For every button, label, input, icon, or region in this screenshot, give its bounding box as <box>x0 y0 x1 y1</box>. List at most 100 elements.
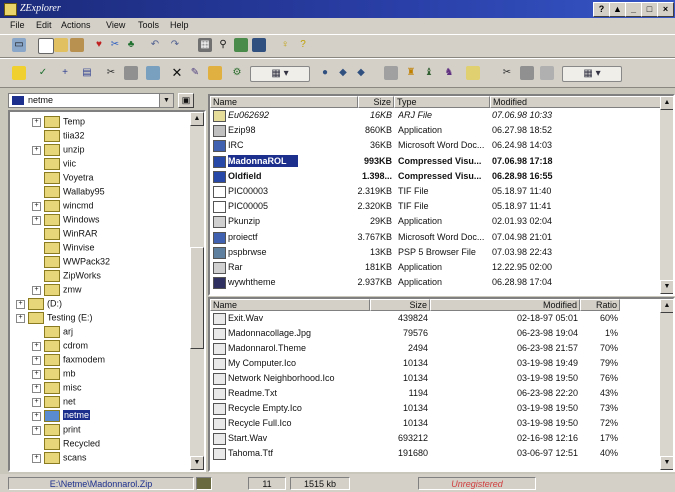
expand-toggle-icon[interactable]: + <box>32 117 41 127</box>
table-row[interactable]: Network Neighborhood.Ico 10134 03-19-98 19… <box>210 372 664 385</box>
col-name[interactable]: Name <box>210 96 358 108</box>
archive-list[interactable]: Name Size Type Modified Eu062692 16KB ARJ … <box>208 94 675 296</box>
expand-toggle-icon[interactable]: + <box>32 355 41 365</box>
chevron-down-icon[interactable]: ▼ <box>159 94 173 107</box>
back-icon[interactable]: ◆ <box>336 66 350 80</box>
tree-item[interactable]: + Windows <box>32 214 100 227</box>
col-modified[interactable]: Modified <box>490 96 664 108</box>
expand-toggle-icon[interactable]: + <box>32 425 41 435</box>
col-size[interactable]: Size <box>358 96 394 108</box>
tree-scrollbar[interactable]: ▲ ▼ <box>190 112 204 470</box>
table-row[interactable]: PIC00003 2.319KB TIF File 05.18.97 11:40 <box>210 185 664 198</box>
zip-icon[interactable] <box>208 66 222 80</box>
sort-icon[interactable]: ♝ <box>422 66 436 80</box>
expand-toggle-icon[interactable]: + <box>32 397 41 407</box>
redo-icon[interactable]: ↷ <box>168 38 182 52</box>
print-icon[interactable] <box>384 66 398 80</box>
table-row[interactable]: wywhtheme 2.937KB Application 06.28.98 17:0… <box>210 276 664 290</box>
delete-icon[interactable]: ✕ <box>170 66 184 80</box>
expand-toggle-icon[interactable]: + <box>32 453 41 463</box>
tree-item[interactable]: + faxmodem <box>32 354 105 367</box>
add-icon[interactable]: + <box>58 66 72 80</box>
folder-up-icon[interactable] <box>70 38 84 52</box>
tree-item[interactable]: Voyetra <box>32 172 94 185</box>
expand-toggle-icon[interactable]: + <box>32 285 41 295</box>
table-row[interactable]: My Computer.Ico 10134 03-19-98 19:49 79% <box>210 357 664 370</box>
forward-icon[interactable]: ◆ <box>354 66 368 80</box>
table-row[interactable]: Readme.Txt 1194 06-23-98 22:20 43% <box>210 387 664 400</box>
col-lower-modified[interactable]: Modified <box>430 299 580 311</box>
view-mode-dropdown[interactable]: ▦ ▾ <box>250 66 310 82</box>
expand-toggle-icon[interactable]: + <box>32 201 41 211</box>
table-row[interactable]: IRC 36KB Microsoft Word Doc... 06.24.98 14:… <box>210 139 664 153</box>
expand-toggle-icon[interactable]: + <box>16 313 25 323</box>
expand-toggle-icon[interactable]: + <box>32 215 41 225</box>
table-row[interactable]: PIC00005 2.320KB TIF File 05.18.97 11:41 <box>210 200 664 214</box>
menu-help[interactable]: Help <box>170 20 189 30</box>
close-button[interactable]: × <box>657 2 674 17</box>
copy-icon[interactable] <box>124 66 138 80</box>
table-row[interactable]: Tahoma.Ttf 191680 03-06-97 12:51 40% <box>210 447 664 460</box>
open-folder-icon[interactable] <box>54 38 68 52</box>
menu-file[interactable]: File <box>10 20 25 30</box>
test-icon[interactable]: ▤ <box>80 66 94 80</box>
upper-scrollbar[interactable]: ▲ ▼ <box>660 96 673 294</box>
table-row[interactable]: Start.Wav 693212 02-16-98 12:16 17% <box>210 432 664 445</box>
menu-actions[interactable]: Actions <box>61 20 91 30</box>
tree-item[interactable]: arj <box>32 326 73 339</box>
table-row[interactable]: Madonnarol.Theme 2494 06-23-98 21:57 70% <box>210 342 664 355</box>
table-row[interactable]: Eu062692 16KB ARJ File 07.06.98 10:33 <box>210 109 664 122</box>
expand-toggle-icon[interactable]: + <box>32 145 41 155</box>
favorite-icon[interactable]: ♥ <box>92 38 106 52</box>
expand-toggle-icon[interactable]: + <box>32 369 41 379</box>
table-row[interactable]: Rar 181KB Application 12.22.95 02:00 <box>210 261 664 274</box>
view-mode-right-dropdown[interactable]: ▦ ▾ <box>562 66 622 82</box>
table-row[interactable]: Exit.Wav 439824 02-18-97 05:01 60% <box>210 312 664 325</box>
col-lower-size[interactable]: Size <box>370 299 430 311</box>
maximize-button[interactable]: □ <box>641 2 658 17</box>
tree-item[interactable]: + wincmd <box>32 200 94 213</box>
refresh-icon[interactable]: ● <box>318 66 332 80</box>
menu-tools[interactable]: Tools <box>138 20 159 30</box>
tree-item[interactable]: + print <box>32 424 81 437</box>
expand-toggle-icon[interactable]: + <box>32 411 41 421</box>
tree-scroll-thumb[interactable] <box>190 247 204 349</box>
save-icon[interactable]: ⚙ <box>230 66 244 80</box>
tree-item[interactable]: Winvise <box>32 242 95 255</box>
tree-item[interactable]: WinRAR <box>32 228 98 241</box>
col-lower-ratio[interactable]: Ratio <box>580 299 620 311</box>
tree-item[interactable]: + (D:) <box>16 298 62 311</box>
tree-item[interactable]: + misc <box>32 382 82 395</box>
tree-item[interactable]: + mb <box>32 368 76 381</box>
table-row[interactable]: proiectf 3.767KB Microsoft Word Doc... 07.0… <box>210 231 664 244</box>
new-icon[interactable] <box>38 38 54 54</box>
tree-scroll-up[interactable]: ▲ <box>190 112 204 126</box>
paste-icon[interactable] <box>146 66 160 80</box>
cut-files-icon[interactable]: ✂ <box>104 66 118 80</box>
check-icon[interactable]: ✓ <box>36 66 50 80</box>
table-row[interactable]: Recycle Empty.Ico 10134 03-19-98 19:50 73% <box>210 402 664 415</box>
minimize-button[interactable]: _ <box>625 2 642 17</box>
tree-item[interactable]: WWPack32 <box>32 256 110 269</box>
table-row[interactable]: MadonnaROL 993KB Compressed Visu... 07.06.9… <box>210 154 664 168</box>
menu-edit[interactable]: Edit <box>36 20 52 30</box>
col-type[interactable]: Type <box>394 96 490 108</box>
tree-item[interactable]: + scans <box>32 452 87 465</box>
lower-scrollbar[interactable]: ▲ ▼ <box>660 299 673 470</box>
settings-icon[interactable] <box>252 38 266 52</box>
copy-right-icon[interactable] <box>520 66 534 80</box>
tree-item[interactable]: viic <box>32 158 76 171</box>
upper-scroll-up[interactable]: ▲ <box>660 96 673 110</box>
help-icon[interactable]: ? <box>296 38 310 52</box>
lower-scroll-down[interactable]: ▼ <box>660 456 673 470</box>
table-row[interactable]: Ezip98 860KB Application 06.27.98 18:52 <box>210 124 664 138</box>
explore-icon[interactable]: ♜ <box>404 66 418 80</box>
table-row[interactable]: Oldfield 1.398... Compressed Visu... 06.28.… <box>210 170 664 183</box>
tree-item[interactable]: + cdrom <box>32 340 88 353</box>
folder-tree[interactable]: + Temp tiia32 + unzip viic Voyetra Wallaby95 + wi… <box>8 110 206 472</box>
menu-view[interactable]: View <box>106 20 125 30</box>
table-row[interactable]: Pkunzip 29KB Application 02.01.93 02:04 <box>210 215 664 229</box>
tip-icon[interactable]: ♀ <box>278 38 292 52</box>
tree-scroll-down[interactable]: ▼ <box>190 456 204 470</box>
col-lower-name[interactable]: Name <box>210 299 370 311</box>
